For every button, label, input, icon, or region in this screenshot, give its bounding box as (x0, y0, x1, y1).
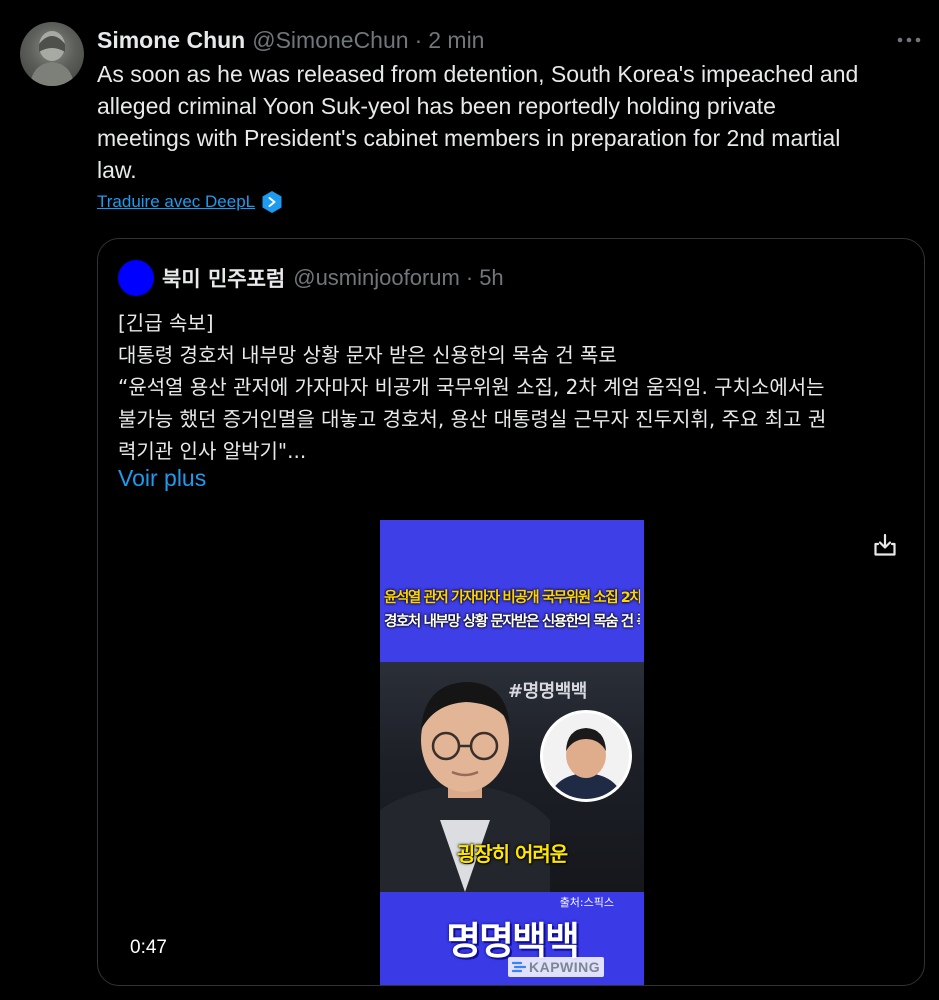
quoted-tweet-timestamp[interactable]: 5h (479, 265, 503, 291)
quoted-author-name[interactable]: 북미 민주포럼 (162, 263, 285, 293)
kapwing-watermark: KAPWING (508, 957, 605, 977)
video-hashtag: #명명백백 (508, 681, 587, 702)
quoted-author-handle[interactable]: @usminjooforum (293, 265, 460, 291)
show-more-link[interactable]: Voir plus (118, 465, 206, 492)
video-inset-portrait (540, 710, 632, 802)
author-avatar[interactable] (20, 22, 84, 86)
tweet-text: As soon as he was released from detentio… (97, 61, 859, 183)
quoted-tweet-text: [긴급 속보] 대통령 경호처 내부망 상황 문자 받은 신용한의 목숨 건 폭… (118, 307, 908, 467)
kapwing-label: KAPWING (529, 959, 601, 975)
quoted-tweet[interactable]: 북미 민주포럼 @usminjooforum · 5h [긴급 속보] 대통령 … (97, 238, 925, 986)
quoted-text-line: 불가능 했던 증거인멸을 대놓고 경호처, 용산 대통령실 근무자 진두지휘, … (118, 407, 827, 431)
quoted-author-avatar[interactable] (118, 260, 154, 296)
separator-dot: · (414, 26, 423, 53)
quoted-text-line: 력기관 인사 알박기"... (118, 439, 307, 463)
author-handle[interactable]: @SimoneChun (252, 27, 408, 54)
video-source-label: 출처:스픽스 (559, 896, 614, 909)
video-player[interactable]: 윤석열 관저 가자마자 비공개 국무위원 소집 2차계엄 움직임 경호처 내부망… (380, 520, 644, 985)
tweet: Simone Chun @SimoneChun · 2 min As soon … (0, 0, 939, 1000)
deepl-icon (262, 191, 282, 213)
more-options-icon[interactable] (895, 26, 923, 54)
quoted-text-line: “윤석열 용산 관저에 가자마자 비공개 국무위원 소집, 2차 계엄 움직임.… (118, 375, 825, 399)
video-subtitle: 굉장히 어려운 (456, 842, 568, 866)
quoted-text-line: [긴급 속보] (118, 311, 214, 335)
quoted-tweet-header: 북미 민주포럼 @usminjooforum · 5h (162, 263, 504, 293)
quoted-text-line: 대통령 경호처 내부망 상황 문자 받은 신용한의 목숨 건 폭로 (118, 343, 617, 367)
tweet-timestamp[interactable]: 2 min (428, 27, 484, 54)
video-caption-line: 경호처 내부망 상황 문자받은 신용한의 목숨 건 폭로 (384, 614, 640, 630)
translate-row: Traduire avec DeepL (97, 190, 283, 214)
tweet-header: Simone Chun @SimoneChun · 2 min (97, 24, 484, 56)
kapwing-logo-icon (512, 961, 526, 973)
author-name[interactable]: Simone Chun (97, 27, 245, 54)
video-duration: 0:47 (130, 937, 167, 958)
translate-link[interactable]: Traduire avec DeepL (97, 190, 255, 214)
separator-dot: · (465, 265, 474, 290)
video-caption-line: 윤석열 관저 가자마자 비공개 국무위원 소집 2차계엄 움직임 (384, 590, 640, 606)
download-icon[interactable] (872, 532, 898, 558)
